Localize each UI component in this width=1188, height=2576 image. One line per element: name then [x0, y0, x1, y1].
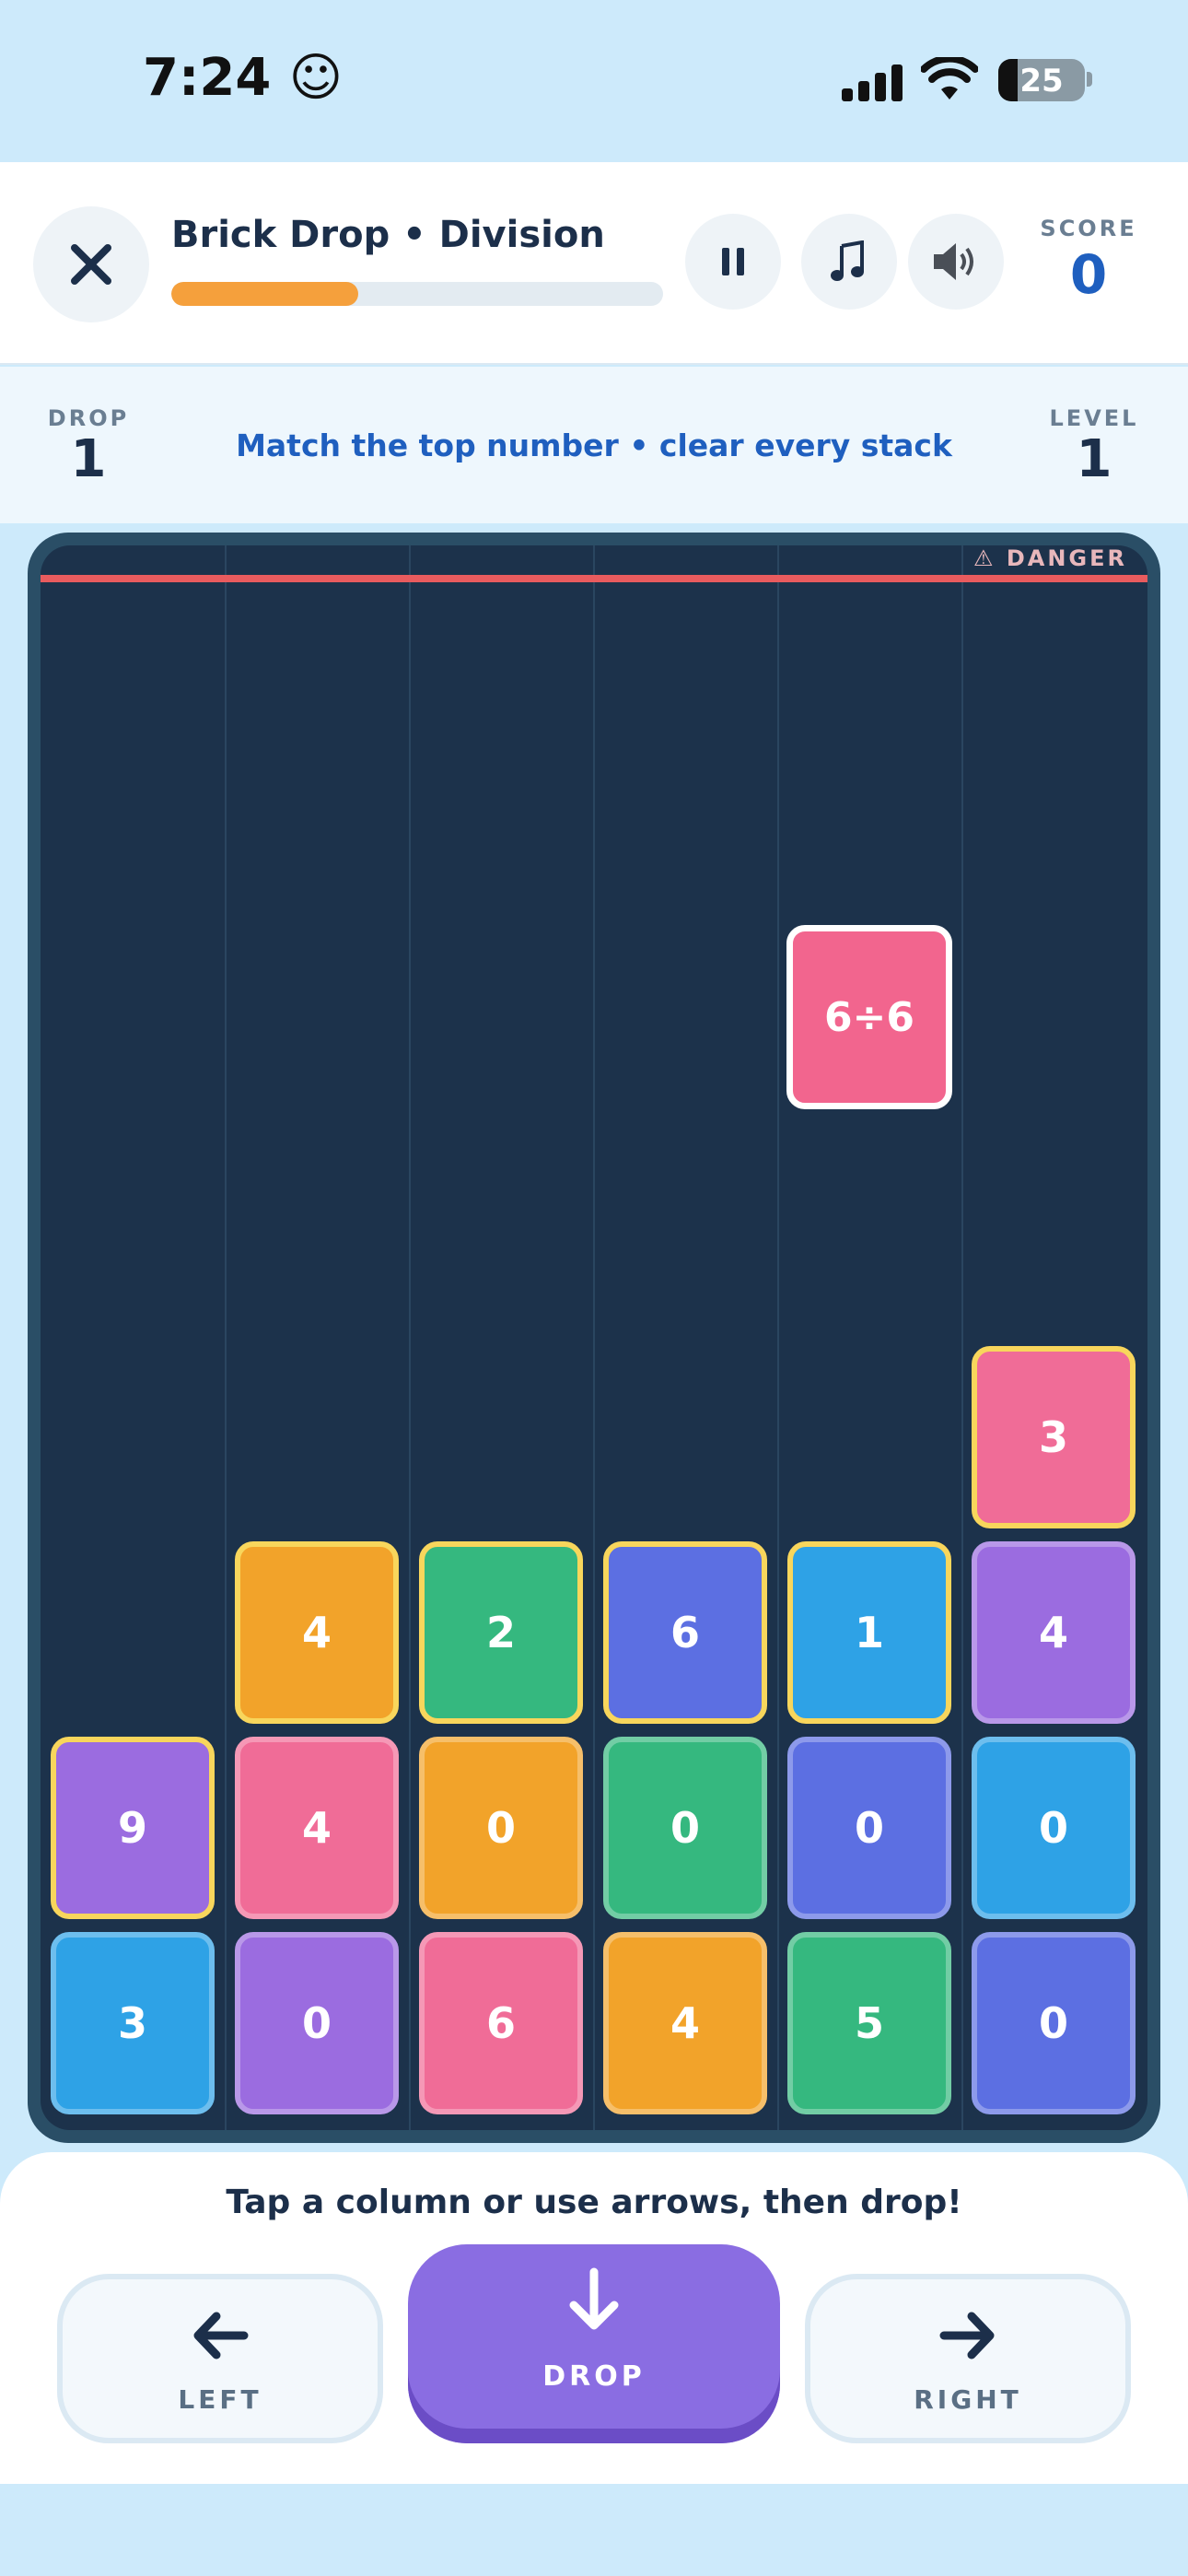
column-divider — [961, 545, 963, 2130]
battery-icon: 25 — [998, 59, 1085, 101]
stack-brick: 0 — [972, 1932, 1136, 2114]
stack-brick: 5 — [787, 1932, 951, 2114]
progress-bar — [171, 282, 663, 306]
music-button[interactable] — [801, 214, 897, 310]
stack-brick: 0 — [235, 1932, 399, 2114]
stack-brick: 0 — [972, 1737, 1136, 1919]
stack-brick: 4 — [603, 1932, 767, 2114]
stack-brick: 3 — [51, 1932, 215, 2114]
danger-label: ⚠ DANGER — [973, 545, 1127, 571]
arrow-right-icon — [939, 2312, 995, 2359]
right-button-label: RIGHT — [914, 2384, 1022, 2415]
column-divider — [225, 545, 227, 2130]
info-strip: DROP 1 Match the top number • clear ever… — [0, 367, 1188, 523]
signal-icon — [842, 64, 903, 101]
pause-icon — [722, 248, 744, 275]
falling-brick: 6÷6 — [786, 925, 952, 1109]
stack-brick: 6 — [419, 1932, 583, 2114]
stack-brick: 0 — [787, 1737, 951, 1919]
level-label: LEVEL — [1049, 405, 1139, 431]
level-value: 1 — [1076, 429, 1112, 489]
stack-brick: 1 — [787, 1541, 951, 1724]
instruction-message: Match the top number • clear every stack — [236, 427, 952, 463]
danger-line — [41, 575, 1147, 582]
stack-brick: 0 — [419, 1737, 583, 1919]
game-board[interactable]: ⚠ DANGER 3 9 0 4 4 6 0 2 4 0 6 5 0 1 0 0 4 3 6÷6 — [41, 545, 1147, 2130]
controls-hint: Tap a column or use arrows, then drop! — [226, 2184, 962, 2221]
column-divider — [593, 545, 595, 2130]
column-divider — [777, 545, 779, 2130]
score-value: 0 — [1069, 243, 1108, 306]
music-icon — [831, 240, 864, 281]
score-label: SCORE — [1040, 216, 1137, 241]
left-button-label: LEFT — [178, 2384, 262, 2415]
arrow-down-icon — [569, 2267, 619, 2330]
pause-button[interactable] — [685, 214, 781, 310]
speaker-icon — [934, 243, 973, 280]
sound-button[interactable] — [908, 214, 1004, 310]
left-button[interactable]: LEFT — [57, 2274, 383, 2443]
stack-brick: 2 — [419, 1541, 583, 1724]
close-button[interactable] — [33, 206, 149, 322]
wifi-icon — [921, 57, 978, 100]
game-header: Brick Drop • Division SCORE 0 — [0, 162, 1188, 365]
column-divider — [409, 545, 411, 2130]
stack-brick: 0 — [603, 1737, 767, 1919]
stack-brick: 4 — [235, 1737, 399, 1919]
arrow-left-icon — [193, 2312, 249, 2359]
drop-button-label: DROP — [542, 2360, 646, 2393]
progress-fill — [171, 282, 358, 306]
game-title: Brick Drop • Division — [171, 214, 605, 256]
board-frame: ⚠ DANGER 3 9 0 4 4 6 0 2 4 0 6 5 0 1 0 0 4 3 6÷6 — [28, 533, 1160, 2143]
close-icon — [71, 244, 111, 285]
status-time: 7:24 ☺ — [143, 48, 344, 108]
drop-value: 1 — [70, 429, 107, 489]
controls-panel: Tap a column or use arrows, then drop! L… — [0, 2152, 1188, 2484]
stack-brick: 6 — [603, 1541, 767, 1724]
stack-brick: 4 — [972, 1541, 1136, 1724]
battery-nub — [1087, 72, 1092, 87]
stack-brick: 3 — [972, 1346, 1136, 1528]
drop-label: DROP — [47, 405, 130, 431]
battery-level: 25 — [1019, 63, 1064, 100]
stack-brick: 4 — [235, 1541, 399, 1724]
stack-brick: 9 — [51, 1737, 215, 1919]
drop-button[interactable]: DROP — [408, 2244, 780, 2443]
status-bar: 7:24 ☺ 25 — [0, 0, 1188, 162]
right-button[interactable]: RIGHT — [805, 2274, 1131, 2443]
